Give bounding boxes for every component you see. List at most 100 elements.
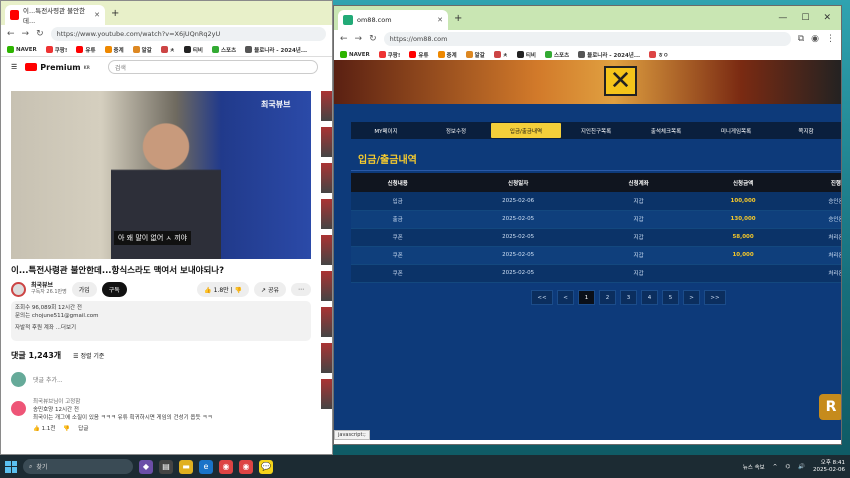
menu-item-friends[interactable]: 지인친구목록 [561, 122, 631, 139]
extensions-icon[interactable]: ⧉ [798, 34, 804, 44]
first-page-button[interactable]: << [531, 290, 553, 305]
bookmark-item[interactable]: 쿠팡! [378, 51, 400, 59]
bookmark-item[interactable]: 알갈 [132, 46, 152, 54]
tab-title: om88.com [357, 16, 392, 24]
more-icon[interactable]: ⋯ [291, 282, 311, 296]
tab-bar: 이...특전사령관 불안한데... ✕ + [1, 1, 332, 25]
prev-page-button[interactable]: < [557, 290, 574, 305]
app-icon[interactable]: ◆ [139, 459, 153, 474]
menu-item-attendance[interactable]: 출석체크목록 [631, 122, 701, 139]
site-tab[interactable]: om88.com ✕ [338, 10, 448, 30]
kebab-menu-icon[interactable]: ⋮ [826, 34, 835, 44]
comment-input[interactable]: 댓글 추가... [33, 375, 63, 384]
join-button[interactable]: 가입 [71, 281, 97, 297]
menu-icon[interactable]: ☰ [11, 63, 17, 71]
next-page-button[interactable]: > [683, 290, 700, 305]
bookmark-item[interactable]: 스포츠 [211, 46, 236, 54]
back-icon[interactable]: ← [340, 34, 348, 44]
page-button[interactable]: 4 [641, 290, 658, 305]
edge-icon[interactable]: e [199, 459, 213, 474]
bookmark-item[interactable]: NAVER [7, 46, 37, 53]
channel-name[interactable]: 최국뷰브 [31, 282, 67, 289]
menu-item-mypage[interactable]: MY페이지 [351, 122, 421, 139]
bookmark-item[interactable]: 블로니라 - 2024년... [578, 51, 640, 59]
back-icon[interactable]: ← [7, 29, 15, 39]
reload-icon[interactable]: ↻ [36, 29, 44, 39]
comment-like-button[interactable]: 👍 1.1천 [33, 425, 55, 433]
bookmark-item[interactable]: 티비 [516, 51, 536, 59]
page-button[interactable]: 5 [662, 290, 679, 305]
youtube-tab[interactable]: 이...특전사령관 불안한데... ✕ [5, 5, 105, 25]
reload-icon[interactable]: ↻ [369, 34, 377, 44]
bookmark-item[interactable]: 쿠팡! [45, 46, 67, 54]
network-icon[interactable]: ⌬ [785, 464, 790, 470]
forward-icon[interactable]: → [355, 34, 363, 44]
reply-button[interactable]: 답글 [78, 425, 88, 433]
channel-avatar[interactable] [11, 281, 26, 297]
comment-dislike-icon[interactable]: 👎 [63, 425, 70, 433]
maximize-icon[interactable]: ☐ [801, 13, 809, 23]
bookmark-item[interactable]: 티비 [183, 46, 203, 54]
close-window-icon[interactable]: ✕ [823, 13, 831, 23]
bookmark-item[interactable]: NAVER [340, 51, 370, 58]
last-page-button[interactable]: >> [704, 290, 726, 305]
tray-chevron-icon[interactable]: ^ [773, 464, 778, 470]
bookmark-item[interactable]: ㅊ [160, 46, 175, 54]
menu-item-minigames[interactable]: 미니게임목록 [701, 122, 771, 139]
commenter-name[interactable]: 송민호양 12시간 전 [33, 406, 311, 414]
commenter-avatar[interactable] [11, 401, 26, 416]
close-tab-icon[interactable]: ✕ [437, 16, 443, 24]
bookmark-item[interactable]: 중계 [437, 51, 457, 59]
chrome-icon[interactable]: ◉ [239, 459, 253, 474]
page-button[interactable]: 2 [599, 290, 616, 305]
share-button[interactable]: ↗ 공유 [254, 281, 286, 297]
like-button[interactable]: 👍 1.8만 | 👎 [197, 281, 250, 297]
start-icon[interactable] [5, 460, 17, 473]
site-browser-window: om88.com ✕ + — ☐ ✕ ← → ↻ https://om88.co… [333, 5, 842, 445]
site-logo-icon[interactable]: ✕ [604, 66, 637, 96]
bookmark-item[interactable]: 중계 [104, 46, 124, 54]
taskbar-search[interactable]: ⌕ 찾기 [23, 459, 133, 474]
pinned-label: 최국뷰브님이 고정함 [33, 399, 81, 405]
new-tab-icon[interactable]: + [111, 8, 119, 19]
sort-button[interactable]: ☰ 정렬 기준 [73, 351, 104, 360]
forward-icon[interactable]: → [22, 29, 30, 39]
kakaotalk-icon[interactable]: 💬 [259, 459, 273, 474]
address-bar[interactable]: https://om88.com [383, 32, 791, 46]
video-player[interactable]: 최국뷰브 아 왜 말이 없어 ㅅ 끼야 [11, 91, 311, 259]
bookmark-item[interactable]: 알갈 [465, 51, 485, 59]
comment-input-row: 댓글 추가... [11, 372, 63, 387]
search-input[interactable]: 검색 [107, 60, 318, 74]
description-more[interactable]: 자발적 후원 계좌 ...더보기 [15, 324, 307, 332]
bookmark-item[interactable]: 유튜 [76, 46, 96, 54]
comment-text: 최국이는 개그에 소질이 있음 ㅋㅋㅋ 유튜 획귀하시면 게임의 건성기 옵듯 … [33, 415, 213, 421]
menu-item-messages[interactable]: 쪽지함 [771, 122, 841, 139]
menu-item-transactions[interactable]: 입금/출금내역 [491, 123, 561, 138]
bookmark-item[interactable]: 블로니라 - 2024년... [245, 46, 307, 54]
bookmark-item[interactable]: ㅊ [493, 51, 508, 59]
page-button[interactable]: 3 [620, 290, 637, 305]
profile-icon[interactable]: ◉ [811, 34, 819, 44]
youtube-logo[interactable]: Premium KR [25, 63, 90, 72]
address-bar[interactable]: https://www.youtube.com/watch?v=X6jUQnRq… [50, 27, 326, 41]
subscribe-button[interactable]: 구독 [101, 281, 127, 297]
news-widget[interactable]: 뉴스 속보 [743, 463, 765, 471]
bookmark-item[interactable]: 유튜 [409, 51, 429, 59]
page-button[interactable]: 1 [578, 290, 595, 305]
close-tab-icon[interactable]: ✕ [94, 11, 100, 19]
clock[interactable]: 오후 8:41 2025-02-06 [813, 460, 845, 474]
bookmark-item[interactable]: ㅎㅇ [649, 51, 668, 59]
comments-count: 댓글 1,243개 [11, 351, 62, 360]
related-videos-strip[interactable] [321, 91, 332, 431]
floating-chip-icon[interactable]: R [819, 394, 841, 420]
file-explorer-icon[interactable]: ▬ [179, 459, 193, 474]
task-view-icon[interactable]: ▤ [159, 459, 173, 474]
new-tab-icon[interactable]: + [454, 13, 462, 24]
bookmark-item[interactable]: 스포츠 [544, 51, 569, 59]
chrome-icon[interactable]: ◉ [219, 459, 233, 474]
comment-item: 최국뷰브님이 고정함 송민호양 12시간 전 최국이는 개그에 소질이 있음 ㅋ… [11, 398, 311, 433]
menu-item-edit-info[interactable]: 정보수정 [421, 122, 491, 139]
description-box[interactable]: 조회수 96,089회 12시간 전 문의는 chojune511@gmail.… [11, 301, 311, 341]
minimize-icon[interactable]: — [778, 13, 787, 23]
volume-icon[interactable]: 🔊 [798, 464, 805, 470]
